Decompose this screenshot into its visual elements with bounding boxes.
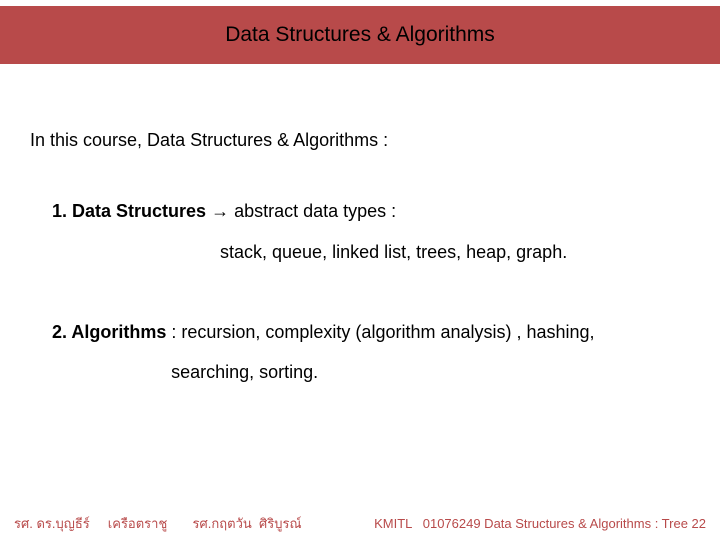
item1-number: 1. (52, 201, 72, 221)
arrow-icon: → (211, 201, 229, 221)
footer: รศ. ดร.บุญธีร์ เครือตราชู รศ.กฤตวัน ศิริ… (0, 513, 720, 534)
item1-tail: abstract data types : (229, 201, 396, 221)
list-item-1: 1. Data Structures → abstract data types… (52, 201, 690, 222)
item1-subtext: stack, queue, linked list, trees, heap, … (220, 242, 690, 263)
item2-heading: Algorithms (71, 322, 166, 342)
item1-heading: Data Structures (72, 201, 211, 221)
list-item-2: 2. Algorithms : recursion, complexity (a… (52, 313, 690, 392)
item2-tail-line1: : recursion, complexity (algorithm analy… (166, 322, 594, 342)
slide-content: In this course, Data Structures & Algori… (0, 64, 720, 392)
footer-authors: รศ. ดร.บุญธีร์ เครือตราชู รศ.กฤตวัน ศิริ… (14, 513, 302, 534)
title-bar: Data Structures & Algorithms (0, 6, 720, 64)
slide-title: Data Structures & Algorithms (225, 23, 495, 47)
item2-number: 2. (52, 322, 71, 342)
intro-text: In this course, Data Structures & Algori… (30, 130, 690, 151)
footer-course-info: KMITL 01076249 Data Structures & Algorit… (374, 516, 706, 531)
item2-tail-line2: searching, sorting. (171, 362, 318, 382)
